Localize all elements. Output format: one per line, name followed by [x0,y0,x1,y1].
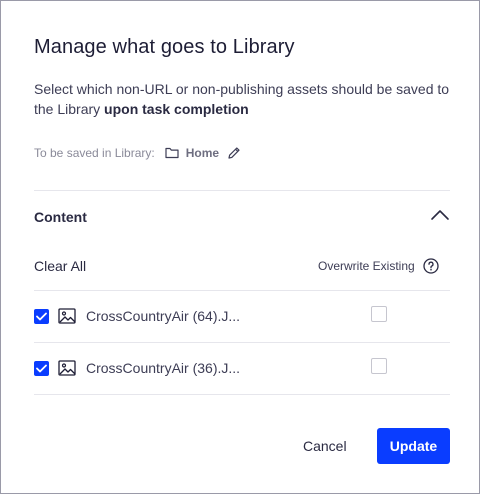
content-section-title: Content [34,209,87,225]
overwrite-checkbox[interactable] [371,306,387,322]
dialog-title: Manage what goes to Library [34,36,295,58]
select-item-checkbox[interactable] [34,309,49,324]
overwrite-existing-header: Overwrite Existing [318,258,439,274]
overwrite-label: Overwrite Existing [318,259,415,273]
divider [34,190,450,191]
check-icon [36,364,47,373]
dialog-description: Select which non-URL or non-publishing a… [34,79,454,119]
image-icon [58,360,76,381]
divider [34,342,450,343]
divider [34,394,450,395]
overwrite-checkbox[interactable] [371,358,387,374]
chevron-up-icon[interactable] [430,208,450,227]
list-item: CrossCountryAir (36).J... [34,358,450,411]
help-icon[interactable] [423,258,439,274]
image-icon [58,308,76,329]
manage-library-dialog: Manage what goes to Library Select which… [0,0,480,494]
update-button[interactable]: Update [377,428,450,464]
divider [34,290,450,291]
select-item-checkbox[interactable] [34,361,49,376]
library-destination: To be saved in Library: Home [34,146,241,160]
clear-all-button[interactable]: Clear All [34,258,86,274]
cancel-button[interactable]: Cancel [303,438,347,454]
destination-label: To be saved in Library: [34,146,155,160]
list-item: CrossCountryAir (64).J... [34,306,450,359]
asset-name: CrossCountryAir (36).J... [86,360,241,376]
check-icon [36,312,47,321]
folder-icon [165,147,179,159]
destination-folder: Home [185,146,220,160]
description-emphasis: upon task completion [104,101,249,117]
asset-name: CrossCountryAir (64).J... [86,308,241,324]
edit-icon[interactable] [227,146,241,160]
